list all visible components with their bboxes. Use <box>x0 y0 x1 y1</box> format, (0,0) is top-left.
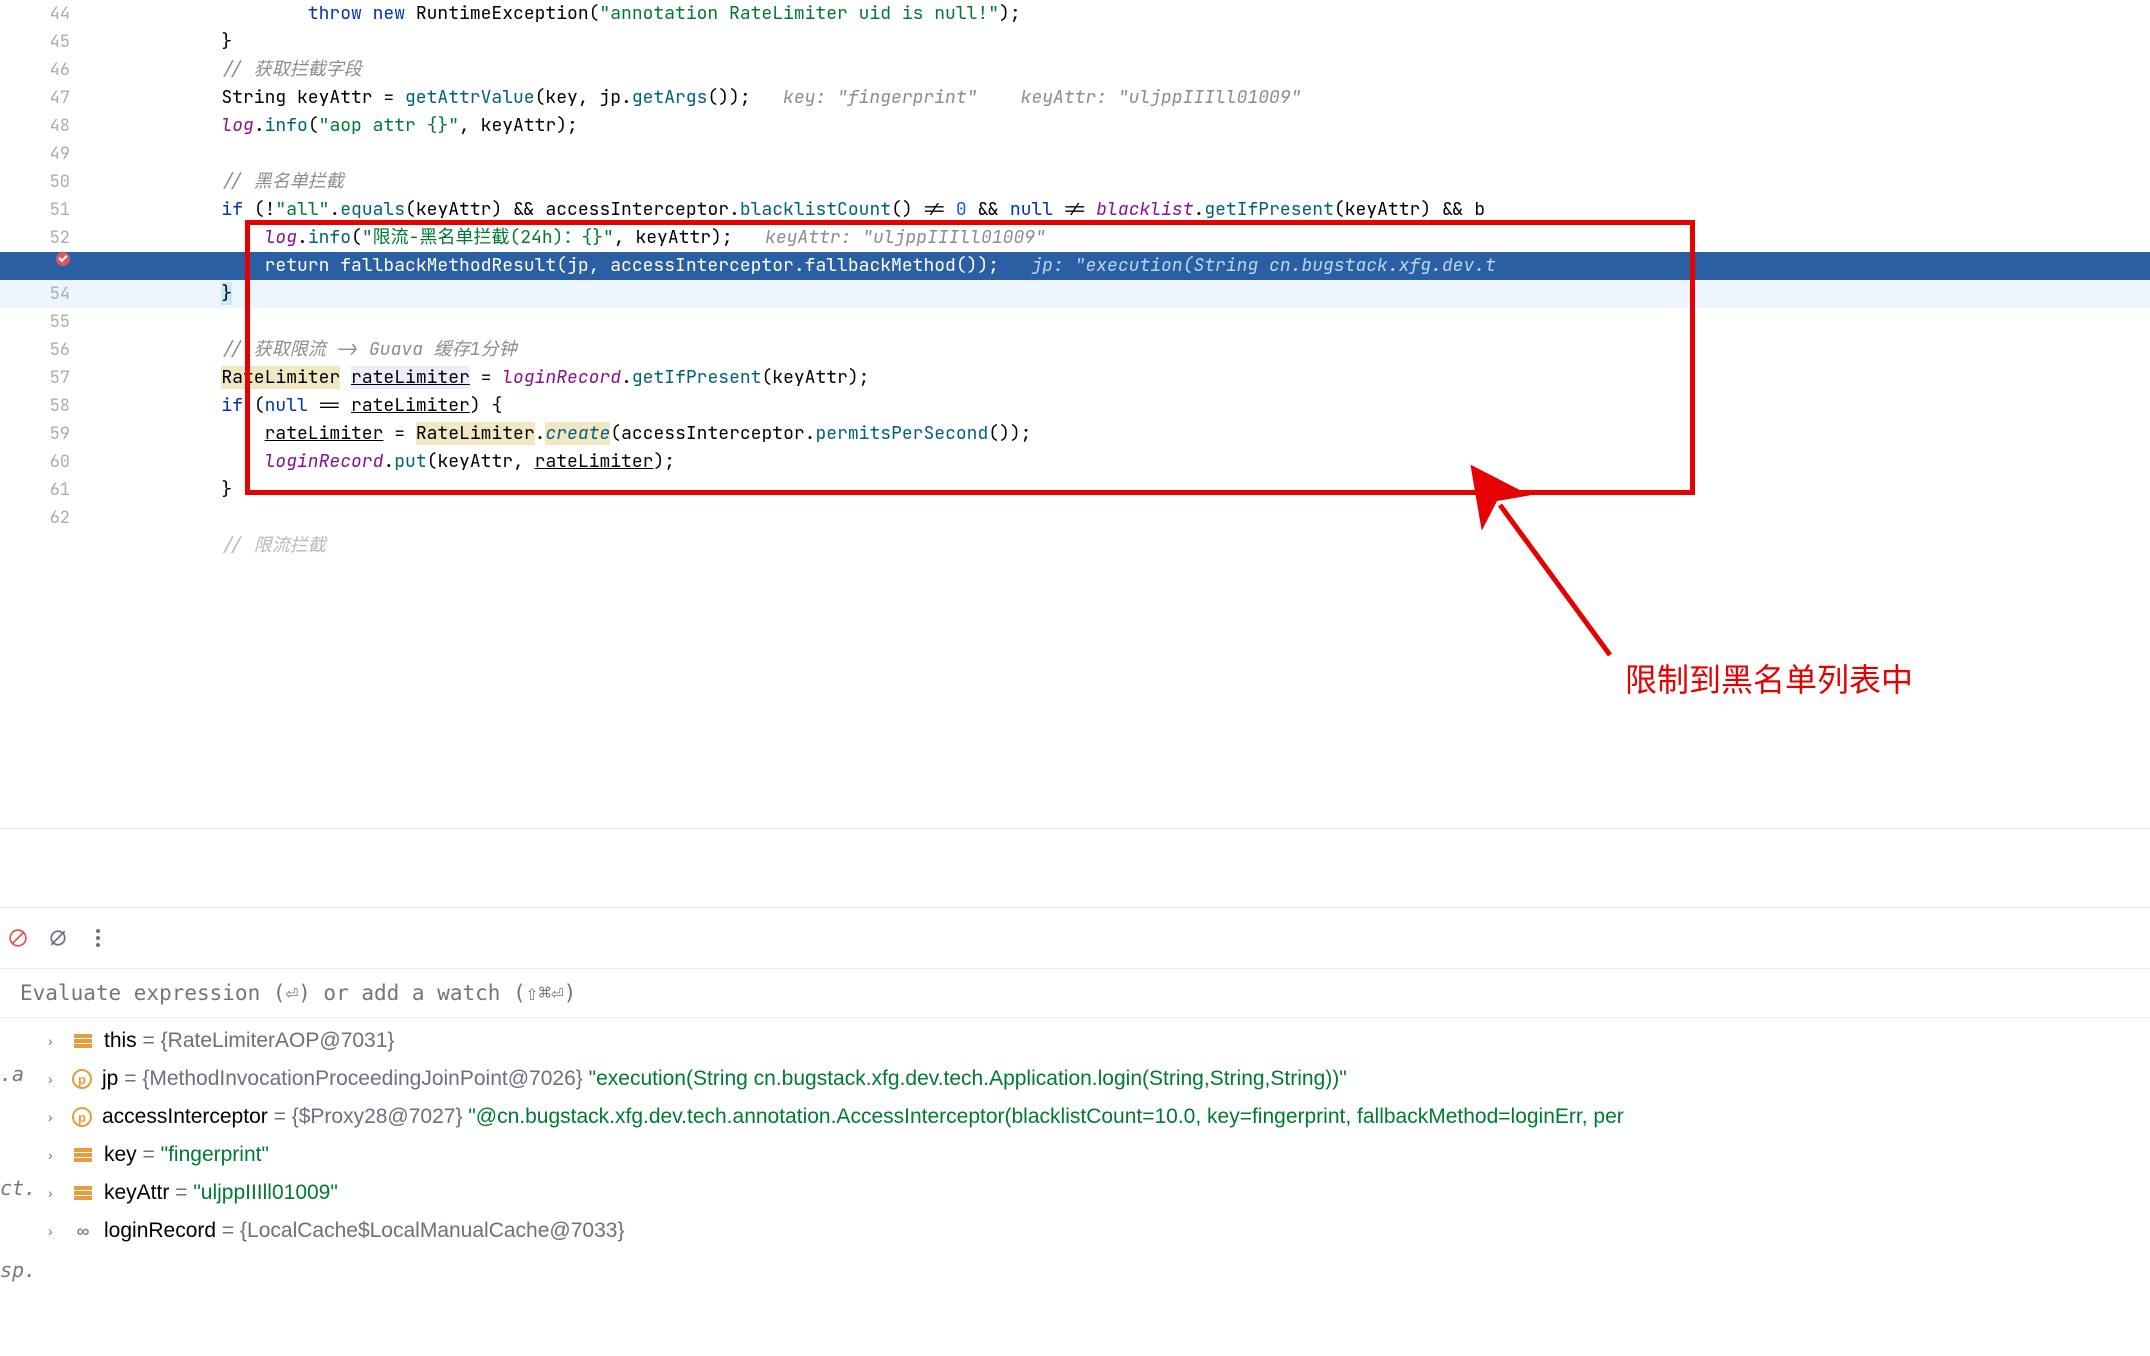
variable-row-jp[interactable]: › p jp = {MethodInvocationProceedingJoin… <box>0 1060 2150 1098</box>
field-icon <box>72 1030 94 1052</box>
parameter-icon: p <box>72 1107 92 1127</box>
chevron-right-icon[interactable]: › <box>48 1033 62 1049</box>
code-line-53-execution-point[interactable]: return fallbackMethodResult(jp, accessIn… <box>0 252 2150 280</box>
code-line-48[interactable]: 48 log.info("aop attr {}", keyAttr); <box>0 112 2150 140</box>
variables-pane[interactable]: › this = {RateLimiterAOP@7031} › p jp = … <box>0 1018 2150 1254</box>
code-line-50[interactable]: 50 // 黑名单拦截 <box>0 168 2150 196</box>
variable-row-keyattr[interactable]: › keyAttr = "uljppIIIll01009" <box>0 1174 2150 1212</box>
code-line-62[interactable]: 62 <box>0 504 2150 532</box>
mute-breakpoints-icon[interactable] <box>48 928 68 948</box>
code-line-55[interactable]: 55 <box>0 308 2150 336</box>
code-line-60[interactable]: 60 loginRecord.put(keyAttr, rateLimiter)… <box>0 448 2150 476</box>
chevron-right-icon[interactable]: › <box>48 1185 62 1201</box>
code-line-57[interactable]: 57 RateLimiter rateLimiter = loginRecord… <box>0 364 2150 392</box>
code-line-59[interactable]: 59 rateLimiter = RateLimiter.create(acce… <box>0 420 2150 448</box>
editor-pane[interactable]: 44 throw new RuntimeException("annotatio… <box>0 0 2150 828</box>
left-tab-ct[interactable]: ct. <box>0 1176 22 1200</box>
variable-row-this[interactable]: › this = {RateLimiterAOP@7031} <box>0 1022 2150 1060</box>
debug-toolbar <box>0 908 2150 968</box>
variable-row-loginrecord[interactable]: › ∞ loginRecord = {LocalCache$LocalManua… <box>0 1212 2150 1250</box>
code-line-45[interactable]: 45 } <box>0 28 2150 56</box>
code-line-51[interactable]: 51 if (!"all".equals(keyAttr) && accessI… <box>0 196 2150 224</box>
code-line-49[interactable]: 49 <box>0 140 2150 168</box>
code-line-47[interactable]: 47 String keyAttr = getAttrValue(key, jp… <box>0 84 2150 112</box>
left-tab-sp[interactable]: sp. <box>0 1258 22 1282</box>
breakpoint-icon[interactable] <box>56 252 70 266</box>
more-icon[interactable] <box>88 928 108 948</box>
variable-row-key[interactable]: › key = "fingerprint" <box>0 1136 2150 1174</box>
evaluate-expression-input[interactable] <box>0 969 2150 1017</box>
code-line-54[interactable]: 54 } <box>0 280 2150 308</box>
code-line-56[interactable]: 56 // 获取限流 -> Guava 缓存1分钟 <box>0 336 2150 364</box>
code-line-52[interactable]: 52 log.info("限流-黑名单拦截(24h)：{}", keyAttr)… <box>0 224 2150 252</box>
chevron-right-icon[interactable]: › <box>48 1147 62 1163</box>
left-side-tabs: .a ct. sp. <box>0 1062 22 1282</box>
field-icon <box>72 1144 94 1166</box>
stop-icon[interactable] <box>8 928 28 948</box>
code-line-58[interactable]: 58 if (null == rateLimiter) { <box>0 392 2150 420</box>
left-tab-a[interactable]: .a <box>0 1062 22 1086</box>
variable-row-accessinterceptor[interactable]: › p accessInterceptor = {$Proxy28@7027} … <box>0 1098 2150 1136</box>
chevron-right-icon[interactable]: › <box>48 1109 62 1125</box>
field-icon <box>72 1182 94 1204</box>
code-line-46[interactable]: 46 // 获取拦截字段 <box>0 56 2150 84</box>
code-line-partial[interactable]: // 限流拦截 <box>0 532 2150 560</box>
reference-icon: ∞ <box>72 1220 94 1242</box>
parameter-icon: p <box>72 1069 92 1089</box>
chevron-right-icon[interactable]: › <box>48 1071 62 1087</box>
code-line-44[interactable]: 44 throw new RuntimeException("annotatio… <box>0 0 2150 28</box>
code-line-61[interactable]: 61 } <box>0 476 2150 504</box>
chevron-right-icon[interactable]: › <box>48 1223 62 1239</box>
